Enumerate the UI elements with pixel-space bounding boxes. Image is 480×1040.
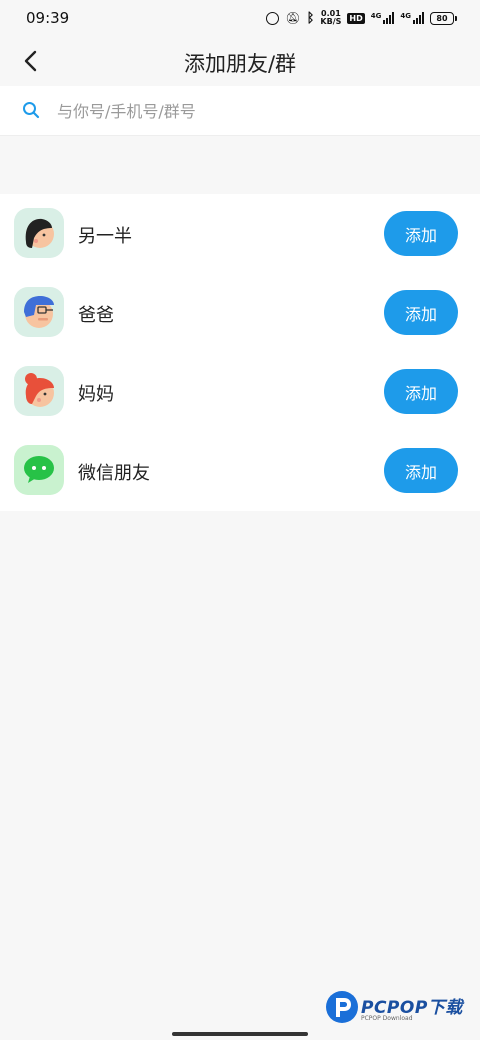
home-indicator[interactable]	[172, 1032, 308, 1036]
search-bar[interactable]	[0, 86, 480, 136]
battery-icon: 80	[430, 11, 457, 25]
list-item: 微信朋友 添加	[0, 431, 480, 510]
watermark-sub: PCPOP Download	[361, 1015, 413, 1022]
pcpop-logo-icon	[326, 991, 358, 1023]
woman-avatar-icon	[14, 208, 64, 258]
contact-name: 另一半	[78, 226, 132, 247]
page-title: 添加朋友/群	[183, 52, 297, 76]
man-glasses-avatar-icon	[14, 287, 64, 337]
contact-name: 爸爸	[78, 305, 114, 326]
contact-list: 另一半 添加 爸爸 添加 妈妈 添加 微信朋友 添加	[0, 194, 480, 511]
contact-name: 妈妈	[78, 384, 114, 405]
add-button[interactable]: 添加	[384, 211, 458, 256]
add-button[interactable]: 添加	[384, 448, 458, 493]
add-button[interactable]: 添加	[384, 290, 458, 335]
list-item: 妈妈 添加	[0, 352, 480, 431]
bluetooth-icon: ᛒ	[306, 10, 315, 26]
hd-icon: HD	[347, 12, 365, 24]
signal-label-1: 4G	[370, 12, 382, 20]
status-icons: 🔕︎ ᛒ 0.01 KB/S HD 4G 4G 80	[266, 8, 457, 28]
network-speed-unit: KB/S	[320, 17, 342, 26]
list-item: 爸爸 添加	[0, 273, 480, 352]
status-time: 09:39	[26, 9, 70, 27]
network-speed: 0.01 KB/S	[320, 10, 341, 26]
wechat-icon	[14, 445, 64, 495]
signal-icon-2: 4G	[400, 12, 424, 24]
add-button[interactable]: 添加	[384, 369, 458, 414]
alarm-icon	[266, 11, 280, 25]
woman-bun-avatar-icon	[14, 366, 64, 416]
battery-level: 80	[436, 13, 448, 23]
watermark: PCPOP下载 PCPOP Download	[325, 990, 475, 1026]
signal-label-2: 4G	[400, 12, 411, 20]
list-item: 另一半 添加	[0, 194, 480, 273]
mute-bell-icon: 🔕︎	[285, 11, 301, 25]
signal-icon-1: 4G	[371, 12, 395, 24]
status-bar: 09:39 🔕︎ ᛒ 0.01 KB/S HD 4G 4G 80	[0, 0, 480, 36]
contact-name: 微信朋友	[78, 463, 150, 484]
search-icon	[23, 102, 40, 119]
nav-bar: 添加朋友/群	[0, 36, 480, 86]
search-input[interactable]	[55, 97, 459, 125]
